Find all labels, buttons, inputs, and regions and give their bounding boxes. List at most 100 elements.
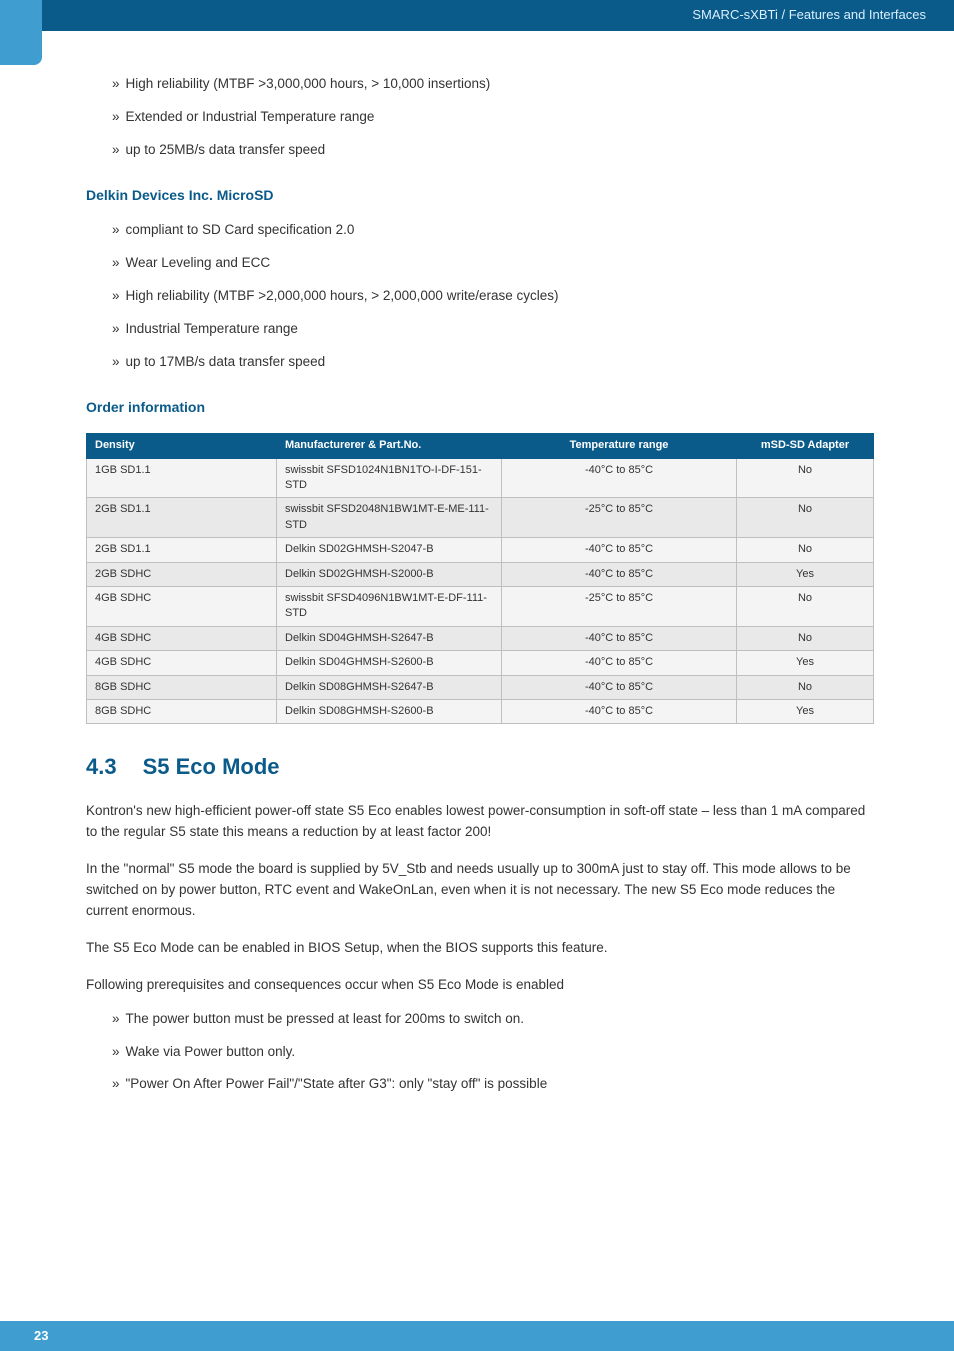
table-cell: -40°C to 85°C <box>502 675 737 699</box>
order-info-table: Density Manufacturerer & Part.No. Temper… <box>86 433 874 724</box>
table-cell: Delkin SD02GHMSH-S2047-B <box>277 538 502 562</box>
bullet-marker: » <box>112 353 120 372</box>
bullet-marker: » <box>112 254 120 273</box>
section-bullet-list: » The power button must be pressed at lea… <box>112 1010 874 1095</box>
col-temp-header: Temperature range <box>502 434 737 458</box>
table-cell: 2GB SD1.1 <box>87 538 277 562</box>
list-item-text: The power button must be pressed at leas… <box>126 1010 524 1029</box>
table-row: 2GB SD1.1Delkin SD02GHMSH-S2047-B-40°C t… <box>87 538 874 562</box>
table-cell: swissbit SFSD4096N1BW1MT-E-DF-111-STD <box>277 587 502 627</box>
table-cell: -40°C to 85°C <box>502 651 737 675</box>
list-item-text: Industrial Temperature range <box>126 320 298 339</box>
table-cell: No <box>737 626 874 650</box>
section-title: 4.3S5 Eco Mode <box>86 752 874 783</box>
table-cell: 4GB SDHC <box>87 651 277 675</box>
list-item: » compliant to SD Card specification 2.0 <box>112 221 874 240</box>
table-cell: No <box>737 538 874 562</box>
table-cell: Delkin SD08GHMSH-S2600-B <box>277 700 502 724</box>
table-header-row: Density Manufacturerer & Part.No. Temper… <box>87 434 874 458</box>
table-cell: 8GB SDHC <box>87 675 277 699</box>
table-row: 2GB SDHCDelkin SD02GHMSH-S2000-B-40°C to… <box>87 562 874 586</box>
table-cell: 4GB SDHC <box>87 626 277 650</box>
list-item-text: compliant to SD Card specification 2.0 <box>126 221 355 240</box>
list-item-text: Wear Leveling and ECC <box>126 254 271 273</box>
table-row: 2GB SD1.1swissbit SFSD2048N1BW1MT-E-ME-1… <box>87 498 874 538</box>
order-info-heading: Order information <box>86 398 874 418</box>
list-item: » High reliability (MTBF >2,000,000 hours… <box>112 287 874 306</box>
list-item: » Wake via Power button only. <box>112 1043 874 1062</box>
table-cell: 2GB SDHC <box>87 562 277 586</box>
bullet-marker: » <box>112 108 120 127</box>
table-cell: -25°C to 85°C <box>502 587 737 627</box>
table-cell: -25°C to 85°C <box>502 498 737 538</box>
bullet-marker: » <box>112 1010 120 1029</box>
table-cell: Delkin SD08GHMSH-S2647-B <box>277 675 502 699</box>
list-item: » up to 17MB/s data transfer speed <box>112 353 874 372</box>
table-cell: Delkin SD04GHMSH-S2600-B <box>277 651 502 675</box>
table-cell: 1GB SD1.1 <box>87 458 277 498</box>
side-tab <box>0 0 42 65</box>
table-cell: No <box>737 675 874 699</box>
section-paragraph: The S5 Eco Mode can be enabled in BIOS S… <box>86 938 874 959</box>
page-content: » High reliability (MTBF >3,000,000 hours… <box>0 0 954 1094</box>
bullet-marker: » <box>112 1075 120 1094</box>
list-item: » Wear Leveling and ECC <box>112 254 874 273</box>
table-cell: 4GB SDHC <box>87 587 277 627</box>
section-paragraph: In the "normal" S5 mode the board is sup… <box>86 859 874 922</box>
table-cell: swissbit SFSD2048N1BW1MT-E-ME-111-STD <box>277 498 502 538</box>
bullet-marker: » <box>112 1043 120 1062</box>
list-item-text: "Power On After Power Fail"/"State after… <box>126 1075 548 1094</box>
table-cell: -40°C to 85°C <box>502 626 737 650</box>
bullet-marker: » <box>112 221 120 240</box>
table-cell: Yes <box>737 700 874 724</box>
list-item-text: High reliability (MTBF >3,000,000 hours,… <box>126 75 491 94</box>
table-cell: No <box>737 498 874 538</box>
table-row: 8GB SDHCDelkin SD08GHMSH-S2600-B-40°C to… <box>87 700 874 724</box>
table-row: 4GB SDHCswissbit SFSD4096N1BW1MT-E-DF-11… <box>87 587 874 627</box>
bullet-marker: » <box>112 75 120 94</box>
list-item: » up to 25MB/s data transfer speed <box>112 141 874 160</box>
list-item-text: Wake via Power button only. <box>126 1043 296 1062</box>
delkin-heading: Delkin Devices Inc. MicroSD <box>86 186 874 206</box>
table-row: 8GB SDHCDelkin SD08GHMSH-S2647-B-40°C to… <box>87 675 874 699</box>
list-item: » High reliability (MTBF >3,000,000 hours… <box>112 75 874 94</box>
bullet-marker: » <box>112 320 120 339</box>
table-cell: No <box>737 458 874 498</box>
table-cell: 8GB SDHC <box>87 700 277 724</box>
table-cell: Yes <box>737 651 874 675</box>
order-table-body: 1GB SD1.1swissbit SFSD1024N1BN1TO-I-DF-1… <box>87 458 874 724</box>
list-item-text: up to 25MB/s data transfer speed <box>126 141 326 160</box>
order-info-table-wrap: Density Manufacturerer & Part.No. Temper… <box>86 433 874 724</box>
table-cell: 2GB SD1.1 <box>87 498 277 538</box>
page-footer: 23 <box>0 1321 954 1351</box>
table-cell: -40°C to 85°C <box>502 458 737 498</box>
table-cell: Yes <box>737 562 874 586</box>
list-item-text: High reliability (MTBF >2,000,000 hours,… <box>126 287 559 306</box>
section-name: S5 Eco Mode <box>143 754 280 779</box>
list-item: » Extended or Industrial Temperature rang… <box>112 108 874 127</box>
table-cell: -40°C to 85°C <box>502 700 737 724</box>
list-item: » Industrial Temperature range <box>112 320 874 339</box>
list-item: » "Power On After Power Fail"/"State afte… <box>112 1075 874 1094</box>
table-cell: -40°C to 85°C <box>502 562 737 586</box>
table-cell: -40°C to 85°C <box>502 538 737 562</box>
table-cell: swissbit SFSD1024N1BN1TO-I-DF-151-STD <box>277 458 502 498</box>
col-adapter-header: mSD-SD Adapter <box>737 434 874 458</box>
table-row: 4GB SDHCDelkin SD04GHMSH-S2647-B-40°C to… <box>87 626 874 650</box>
delkin-bullet-list: »compliant to SD Card specification 2.0 … <box>112 221 874 371</box>
bullet-marker: » <box>112 141 120 160</box>
page-header: SMARC-sXBTi / Features and Interfaces <box>0 0 954 31</box>
bullet-marker: » <box>112 287 120 306</box>
breadcrumb: SMARC-sXBTi / Features and Interfaces <box>692 6 926 24</box>
col-part-header: Manufacturerer & Part.No. <box>277 434 502 458</box>
list-item: » The power button must be pressed at lea… <box>112 1010 874 1029</box>
table-cell: Delkin SD02GHMSH-S2000-B <box>277 562 502 586</box>
list-item-text: up to 17MB/s data transfer speed <box>126 353 326 372</box>
table-row: 4GB SDHCDelkin SD04GHMSH-S2600-B-40°C to… <box>87 651 874 675</box>
table-row: 1GB SD1.1swissbit SFSD1024N1BN1TO-I-DF-1… <box>87 458 874 498</box>
list-item-text: Extended or Industrial Temperature range <box>126 108 375 127</box>
page-number: 23 <box>34 1327 48 1345</box>
table-cell: Delkin SD04GHMSH-S2647-B <box>277 626 502 650</box>
section-paragraph: Following prerequisites and consequences… <box>86 975 874 996</box>
col-density-header: Density <box>87 434 277 458</box>
